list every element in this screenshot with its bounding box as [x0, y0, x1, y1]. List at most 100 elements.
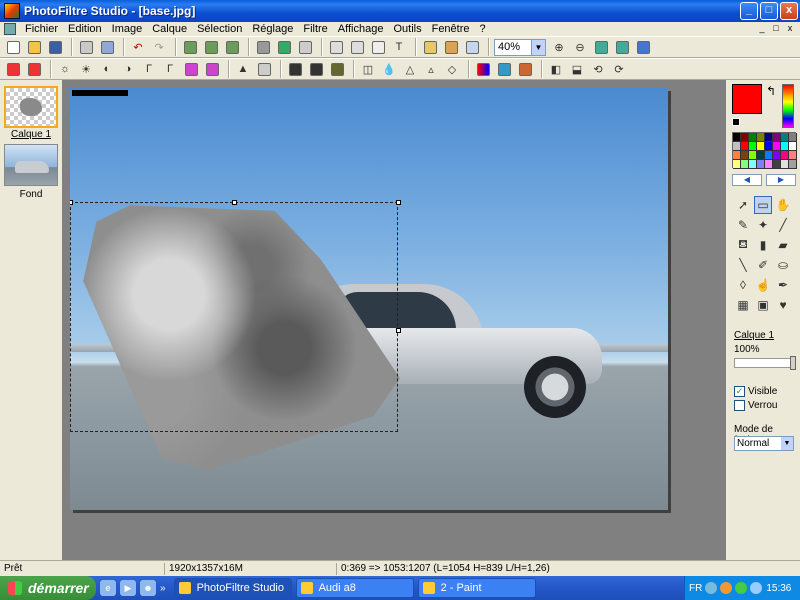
selection-rectangle[interactable] — [70, 200, 401, 432]
smudge-finger-icon[interactable]: ☝ — [754, 276, 772, 294]
fit-window-icon[interactable] — [592, 38, 610, 56]
menu-outils[interactable]: Outils — [388, 22, 426, 36]
text-tool-icon[interactable]: T — [390, 38, 408, 56]
maximize-button[interactable]: □ — [760, 2, 778, 20]
menu-fenetre[interactable]: Fenêtre — [427, 22, 475, 36]
menu-filtre[interactable]: Filtre — [298, 22, 332, 36]
print-icon[interactable] — [77, 38, 95, 56]
lock-checkbox[interactable] — [734, 400, 745, 411]
saturation-up-icon[interactable] — [203, 60, 221, 78]
contrast-down-icon[interactable]: ◐ — [98, 60, 116, 78]
flip-vertical-icon[interactable]: ⬓ — [568, 60, 586, 78]
messenger-tray-icon[interactable] — [735, 582, 748, 594]
full-screen-icon[interactable] — [634, 38, 652, 56]
color-replace-icon[interactable] — [495, 60, 513, 78]
brightness-down-icon[interactable]: ☼ — [56, 60, 74, 78]
flip-horizontal-icon[interactable]: ◧ — [547, 60, 565, 78]
zoom-out-icon[interactable]: ⊖ — [571, 38, 589, 56]
adjust-levels-icon[interactable]: ▲ — [234, 60, 252, 78]
redo-icon[interactable]: ↷ — [150, 38, 168, 56]
menu-affichage[interactable]: Affichage — [333, 22, 389, 36]
mirror-icon[interactable]: ◫ — [359, 60, 377, 78]
lock-toggle[interactable]: Verrou — [734, 400, 777, 411]
advanced-brush-icon[interactable]: ✐ — [754, 256, 772, 274]
chevron-down-icon[interactable]: ▼ — [531, 39, 545, 55]
volume-icon[interactable] — [750, 582, 763, 594]
current-layer-name[interactable]: Calque 1 — [734, 330, 774, 341]
strawberry-icon[interactable]: ♥ — [774, 296, 792, 314]
task-paint[interactable]: 2 - Paint — [417, 578, 536, 598]
mdi-minimize-button[interactable]: _ — [756, 23, 768, 35]
filter-soften-icon[interactable] — [286, 60, 304, 78]
auto-level-icon[interactable] — [4, 60, 22, 78]
image-canvas[interactable] — [70, 88, 668, 510]
menu-edition[interactable]: Edition — [63, 22, 107, 36]
drop-icon[interactable]: 💧 — [380, 60, 398, 78]
saturation-down-icon[interactable] — [182, 60, 200, 78]
magic-wand-icon[interactable]: ✦ — [754, 216, 772, 234]
clone-icon[interactable]: ▣ — [754, 296, 772, 314]
new-file-icon[interactable] — [4, 38, 22, 56]
quick-launch-more[interactable]: » — [160, 583, 166, 594]
smudge-icon[interactable]: ◇ — [443, 60, 461, 78]
open-folder-icon[interactable] — [25, 38, 43, 56]
gradient-icon[interactable] — [474, 60, 492, 78]
selection-arrow-icon[interactable]: ➚ — [734, 196, 752, 214]
rotate-left-icon[interactable]: ⟲ — [589, 60, 607, 78]
security-icon[interactable] — [720, 582, 733, 594]
start-button[interactable]: démarrer — [0, 576, 96, 600]
title-bar[interactable]: PhotoFiltre Studio - [base.jpg] _ □ x — [0, 0, 800, 22]
crop-icon[interactable] — [369, 38, 387, 56]
grayscale-icon[interactable] — [254, 38, 272, 56]
palette-prev-button[interactable]: ◀ — [732, 174, 762, 186]
color-brush-icon[interactable]: ✒ — [774, 276, 792, 294]
save-icon[interactable] — [46, 38, 64, 56]
layer-thumbnail-calque-1[interactable] — [4, 86, 58, 128]
menu-selection[interactable]: Sélection — [192, 22, 247, 36]
menu-help[interactable]: ? — [475, 22, 491, 36]
image-size-icon[interactable] — [327, 38, 345, 56]
brightness-up-icon[interactable]: ☀ — [77, 60, 95, 78]
actual-size-icon[interactable] — [613, 38, 631, 56]
background-color-swatch[interactable] — [732, 118, 740, 126]
contrast-up-icon[interactable]: ◑ — [119, 60, 137, 78]
menu-calque[interactable]: Calque — [147, 22, 192, 36]
histogram-icon[interactable] — [296, 38, 314, 56]
hand-icon[interactable]: ✋ — [774, 196, 792, 214]
chevron-down-icon[interactable]: ▼ — [781, 437, 793, 450]
stamp-icon[interactable]: ⛀ — [774, 256, 792, 274]
window-icon[interactable] — [463, 38, 481, 56]
color-balance-icon[interactable] — [275, 38, 293, 56]
fill-bucket-icon[interactable]: ⛾ — [734, 236, 752, 254]
messenger-icon[interactable]: ☻ — [140, 580, 156, 596]
selection-handle[interactable] — [70, 200, 73, 205]
filter-sharpen-icon[interactable] — [307, 60, 325, 78]
network-icon[interactable] — [705, 582, 718, 594]
foreground-color-swatch[interactable] — [732, 84, 762, 114]
invert-icon[interactable] — [516, 60, 534, 78]
filter-blur-icon[interactable] — [328, 60, 346, 78]
menu-image[interactable]: Image — [107, 22, 148, 36]
gamma-down-icon[interactable]: Γ — [140, 60, 158, 78]
language-indicator[interactable]: FR — [689, 583, 702, 594]
paste-layer-icon[interactable] — [202, 38, 220, 56]
document-icon[interactable] — [4, 23, 16, 35]
palette-next-button[interactable]: ▶ — [766, 174, 796, 186]
copy-image-icon[interactable] — [223, 38, 241, 56]
paste-new-icon[interactable] — [181, 38, 199, 56]
selection-handle[interactable] — [232, 200, 237, 205]
color-palette[interactable] — [732, 132, 797, 169]
menu-reglage[interactable]: Réglage — [247, 22, 298, 36]
task-photofiltre[interactable]: PhotoFiltre Studio — [173, 578, 292, 598]
spray-icon[interactable]: ▮ — [754, 236, 772, 254]
eraser-icon[interactable]: ▰ — [774, 236, 792, 254]
media-icon[interactable]: ▶ — [120, 580, 136, 596]
auto-contrast-icon[interactable] — [25, 60, 43, 78]
task-audi-a8[interactable]: Audi a8 — [295, 578, 414, 598]
mdi-restore-button[interactable]: □ — [770, 23, 782, 35]
rotate-right-icon[interactable]: ⟳ — [610, 60, 628, 78]
sharpen-drop-icon[interactable]: ▵ — [422, 60, 440, 78]
undo-icon[interactable]: ↶ — [129, 38, 147, 56]
menu-fichier[interactable]: Fichier — [20, 22, 63, 36]
curves-icon[interactable] — [255, 60, 273, 78]
